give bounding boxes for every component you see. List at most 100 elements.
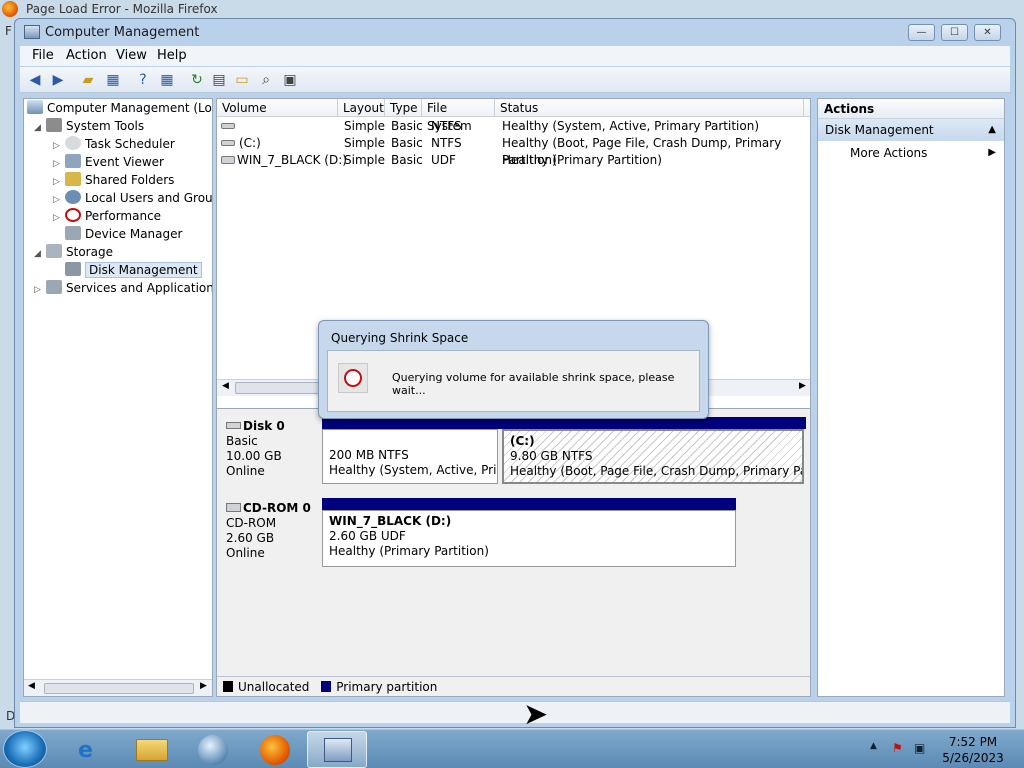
disk-kind: Basic xyxy=(226,434,258,448)
taskbar-clock[interactable]: 7:52 PM 5/26/2023 xyxy=(930,734,1016,766)
computer-management-icon xyxy=(324,738,352,762)
shared-folder-icon xyxy=(65,172,81,186)
cdrom-0-info[interactable]: CD-ROM 0 CD-ROM 2.60 GB Online xyxy=(219,497,319,571)
menu-file[interactable]: File xyxy=(32,48,54,63)
dialog-message: Querying volume for available shrink spa… xyxy=(392,371,675,397)
volume-row[interactable]: (C:) Simple Basic NTFS Healthy (Boot, Pa… xyxy=(217,135,810,167)
partition-c[interactable]: (C:) 9.80 GB NTFS Healthy (Boot, Page Fi… xyxy=(502,429,804,484)
scroll-left-icon[interactable]: ◀ xyxy=(222,381,229,391)
disk-name: CD-ROM 0 xyxy=(226,501,312,516)
refresh-icon[interactable]: ↻ xyxy=(187,70,207,90)
help-icon[interactable]: ? xyxy=(133,70,153,90)
scroll-right-icon[interactable]: ▶ xyxy=(799,381,806,391)
action-center-icon[interactable]: ⚑ xyxy=(892,741,903,755)
scroll-right-icon[interactable]: ▶ xyxy=(200,681,207,691)
tree-item-device-manager[interactable]: Device Manager xyxy=(65,225,182,243)
media-player-taskbar-button[interactable] xyxy=(184,731,244,768)
tree-item-task-scheduler[interactable]: ▷ Task Scheduler xyxy=(53,135,175,153)
tree-item-services[interactable]: ▷ Services and Applications xyxy=(34,279,213,299)
show-hide-tree-icon[interactable]: ▦ xyxy=(103,70,123,90)
volume-name: (C:) xyxy=(239,136,261,150)
internet-explorer-taskbar-button[interactable]: e xyxy=(60,731,120,768)
partition-status: Healthy (Primary Partition) xyxy=(329,544,489,558)
start-button[interactable] xyxy=(3,730,47,768)
tree-label: Performance xyxy=(85,209,162,223)
column-layout[interactable]: Layout xyxy=(338,99,385,117)
expand-arrow-icon[interactable]: ▷ xyxy=(53,209,65,227)
clock-icon xyxy=(338,363,368,393)
close-button[interactable]: ✕ xyxy=(974,24,1001,41)
volume-row[interactable]: WIN_7_BLACK (D:) Simple Basic UDF Health… xyxy=(217,152,810,169)
partition-size: 200 MB NTFS xyxy=(329,448,409,462)
unallocated-swatch xyxy=(223,681,233,692)
settings-icon[interactable]: ▣ xyxy=(280,70,300,90)
maximize-button[interactable]: ☐ xyxy=(941,24,968,41)
device-manager-icon xyxy=(65,226,81,240)
scroll-thumb[interactable] xyxy=(235,382,320,394)
scroll-thumb[interactable] xyxy=(44,683,194,694)
computer-management-taskbar-button[interactable] xyxy=(307,731,367,768)
open-folder-icon[interactable]: ▭ xyxy=(232,70,252,90)
folder-up-icon[interactable]: ▰ xyxy=(78,70,98,90)
querying-shrink-space-dialog[interactable]: Querying Shrink Space Querying volume fo… xyxy=(318,320,709,419)
tree-item-root[interactable]: Computer Management (Local xyxy=(27,99,212,117)
tree-item-event-viewer[interactable]: ▷ Event Viewer xyxy=(53,153,164,171)
disk-0-info[interactable]: Disk 0 Basic 10.00 GB Online xyxy=(219,415,319,489)
storage-icon xyxy=(46,244,62,258)
column-status[interactable]: Status xyxy=(495,99,804,117)
volume-layout: Simple xyxy=(344,153,385,167)
actions-section-disk-management[interactable]: Disk Management ▲ xyxy=(818,119,1004,141)
search-icon[interactable]: ⌕ xyxy=(256,70,276,90)
volume-list-header: Volume Layout Type File System Status xyxy=(217,99,810,133)
collapse-arrow-icon[interactable]: ◢ xyxy=(34,119,46,137)
menu-help[interactable]: Help xyxy=(157,48,187,63)
show-hide-action-icon[interactable]: ▦ xyxy=(157,70,177,90)
tree-item-performance[interactable]: ▷ Performance xyxy=(53,207,161,225)
expand-arrow-icon[interactable]: ▷ xyxy=(34,281,46,299)
window-title: Computer Management xyxy=(45,25,200,40)
partition-size: 9.80 GB NTFS xyxy=(510,449,593,463)
volume-status: Healthy (Primary Partition) xyxy=(502,153,662,167)
properties-icon[interactable]: ▤ xyxy=(209,70,229,90)
firefox-title: Page Load Error - Mozilla Firefox xyxy=(26,2,218,16)
tree-item-shared-folders[interactable]: ▷ Shared Folders xyxy=(53,171,174,189)
volume-row[interactable]: Simple Basic NTFS Healthy (System, Activ… xyxy=(217,118,810,135)
volume-layout: Simple xyxy=(344,119,385,133)
column-volume[interactable]: Volume xyxy=(217,99,338,117)
drive-icon xyxy=(221,123,235,129)
column-type[interactable]: Type xyxy=(385,99,422,117)
window-titlebar[interactable]: Computer Management — ☐ ✕ xyxy=(15,19,1015,46)
menu-view[interactable]: View xyxy=(116,48,147,63)
tree-item-storage[interactable]: ◢ Storage xyxy=(34,243,113,261)
tree-label: Event Viewer xyxy=(85,155,164,169)
explorer-taskbar-button[interactable] xyxy=(122,731,182,768)
tree-label: Services and Applications xyxy=(66,281,213,295)
clock-icon xyxy=(65,136,81,150)
tree-label: Storage xyxy=(66,245,113,259)
tree-item-local-users[interactable]: ▷ Local Users and Groups xyxy=(53,189,212,207)
partition-d[interactable]: WIN_7_BLACK (D:) 2.60 GB UDF Healthy (Pr… xyxy=(322,510,736,567)
collapse-arrow-icon[interactable]: ◢ xyxy=(34,245,46,263)
event-log-icon xyxy=(65,154,81,168)
disk-graphical-view: Disk 0 Basic 10.00 GB Online 200 MB NTFS… xyxy=(217,408,810,678)
minimize-button[interactable]: — xyxy=(908,24,935,41)
back-arrow-icon[interactable]: ◀ xyxy=(25,70,45,90)
show-hidden-icons-icon[interactable]: ▲ xyxy=(870,741,877,751)
firefox-icon xyxy=(2,1,18,17)
tree-item-disk-management[interactable]: Disk Management xyxy=(65,261,202,279)
tree-item-system-tools[interactable]: ◢ System Tools xyxy=(34,117,144,135)
toolbar: ◀ ▶ ▰ ▦ ? ▦ ↻ ▤ ▭ ⌕ ▣ xyxy=(20,67,1010,93)
forward-arrow-icon[interactable]: ▶ xyxy=(48,70,68,90)
network-icon[interactable]: ▣ xyxy=(914,741,925,755)
scroll-left-icon[interactable]: ◀ xyxy=(28,681,35,691)
menu-action[interactable]: Action xyxy=(66,48,107,63)
menu-bar: File Action View Help xyxy=(20,46,1010,66)
more-actions-item[interactable]: More Actions ▶ xyxy=(818,141,1004,165)
collapse-arrow-icon[interactable]: ▲ xyxy=(988,119,996,141)
tools-icon xyxy=(46,118,62,132)
tree-horizontal-scrollbar[interactable]: ◀ ▶ xyxy=(24,679,212,696)
actions-header: Actions xyxy=(818,99,1004,119)
partition-system-reserved[interactable]: 200 MB NTFS Healthy (System, Active, Pri… xyxy=(322,429,498,484)
column-file-system[interactable]: File System xyxy=(422,99,495,133)
firefox-taskbar-button[interactable] xyxy=(246,731,306,768)
